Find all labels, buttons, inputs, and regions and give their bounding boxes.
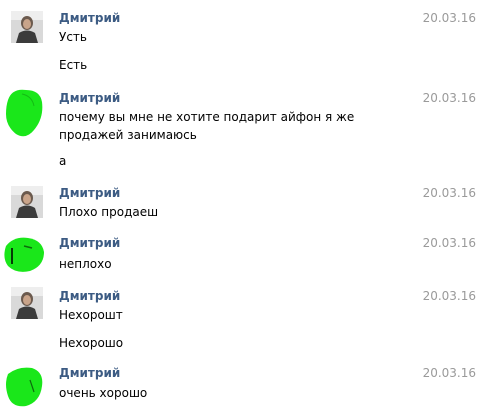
- message-text: неплохо: [59, 257, 112, 271]
- message-text: а: [59, 154, 67, 168]
- message-item: Дмитрий 20.03.16 Плохо продаеш: [0, 182, 492, 232]
- message-item: Дмитрий 20.03.16 Нехорошт Нехорошо: [0, 284, 492, 364]
- author-name[interactable]: Дмитрий: [59, 186, 120, 201]
- avatar[interactable]: [11, 186, 43, 218]
- message-date[interactable]: 20.03.16: [423, 91, 476, 106]
- green-scribble-icon: [4, 237, 44, 272]
- user-photo-icon: [11, 287, 43, 319]
- message-item: Дмитрий 20.03.16 почему вы мне не хотите…: [0, 80, 492, 180]
- author-name[interactable]: Дмитрий: [59, 289, 120, 304]
- message-date[interactable]: 20.03.16: [423, 186, 476, 201]
- author-name[interactable]: Дмитрий: [59, 366, 120, 381]
- user-photo-icon: [11, 186, 43, 218]
- message-date[interactable]: 20.03.16: [423, 11, 476, 26]
- avatar[interactable]: [2, 84, 46, 140]
- message-item: Дмитрий 20.03.16 неплохо: [0, 232, 492, 282]
- user-photo-icon: [11, 11, 43, 43]
- message-text: Усть: [59, 30, 87, 44]
- message-text: почему вы мне не хотите подарит айфон я …: [59, 110, 355, 142]
- author-name[interactable]: Дмитрий: [59, 91, 120, 106]
- message-text: Есть: [59, 58, 88, 72]
- avatar[interactable]: [11, 11, 43, 43]
- message-item: Дмитрий 20.03.16 очень хорошо: [0, 362, 492, 416]
- message-date[interactable]: 20.03.16: [423, 236, 476, 251]
- message-date[interactable]: 20.03.16: [423, 366, 476, 381]
- author-name[interactable]: Дмитрий: [59, 11, 120, 26]
- green-scribble-icon: [6, 367, 43, 407]
- avatar[interactable]: [11, 287, 43, 319]
- green-scribble-icon: [6, 89, 43, 137]
- message-date[interactable]: 20.03.16: [423, 289, 476, 304]
- message-text: очень хорошо: [59, 386, 148, 400]
- avatar[interactable]: [2, 234, 46, 274]
- author-name[interactable]: Дмитрий: [59, 236, 120, 251]
- avatar[interactable]: [4, 364, 44, 408]
- message-text: Нехорошт: [59, 308, 123, 322]
- message-text: Нехорошо: [59, 336, 124, 350]
- message-text: Плохо продаеш: [59, 205, 159, 219]
- message-item: Дмитрий 20.03.16 Усть Есть: [0, 0, 492, 80]
